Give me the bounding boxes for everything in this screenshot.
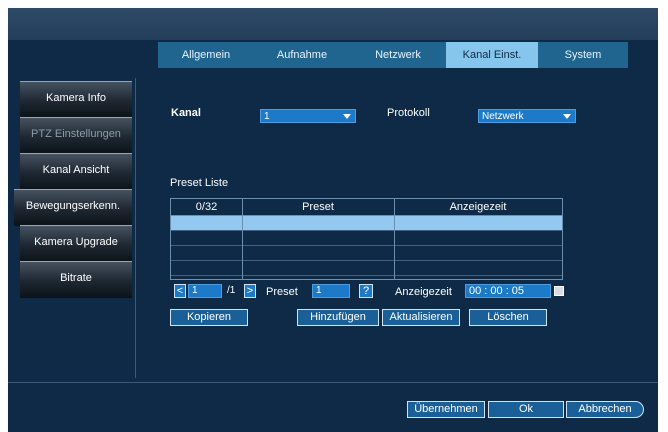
tab-allgemein[interactable]: Allgemein (158, 42, 254, 68)
sidebar-item-kamera-info[interactable]: Kamera Info (20, 81, 132, 118)
time-picker-toggle[interactable] (554, 286, 564, 296)
tab-bar: Allgemein Aufnahme Netzwerk Kanal Einst.… (158, 42, 628, 68)
preset-number-input[interactable]: 1 (312, 284, 350, 298)
tab-netzwerk[interactable]: Netzwerk (350, 42, 446, 68)
preset-table: 0/32 Preset Anzeigezeit (170, 198, 563, 280)
sidebar-item-ptz-einstellungen: PTZ Einstellungen (20, 117, 132, 154)
sidebar-item-kamera-upgrade[interactable]: Kamera Upgrade (20, 225, 132, 262)
column-divider (242, 199, 243, 279)
table-row[interactable] (171, 246, 562, 261)
aktualisieren-button[interactable]: Aktualisieren (382, 309, 460, 326)
tab-system[interactable]: System (538, 42, 628, 68)
help-button[interactable]: ? (359, 284, 373, 298)
page-input[interactable]: 1 (188, 284, 222, 298)
column-divider (394, 199, 395, 279)
column-header-anzeigezeit: Anzeigezeit (394, 199, 562, 216)
hinzufuegen-button[interactable]: Hinzufügen (297, 309, 379, 326)
prev-page-button[interactable]: < (174, 284, 186, 298)
page-total: /1 (227, 285, 236, 296)
protokoll-select-value: Netzwerk (482, 111, 524, 122)
loeschen-button[interactable]: Löschen (469, 309, 547, 326)
dvr-settings-window: Allgemein Aufnahme Netzwerk Kanal Einst.… (8, 8, 658, 432)
kanal-select-value: 1 (264, 111, 270, 122)
time-input[interactable]: 00 : 00 : 05 (465, 284, 551, 298)
column-header-preset: Preset (242, 199, 394, 216)
sidebar-item-bitrate[interactable]: Bitrate (20, 261, 132, 298)
chevron-down-icon (563, 114, 571, 119)
table-row[interactable] (171, 216, 562, 231)
preset-list-title: Preset Liste (170, 177, 229, 189)
kanal-label: Kanal (171, 107, 201, 119)
sidebar-item-bewegungserkennung[interactable]: Bewegungserkenn. (14, 189, 132, 226)
chevron-down-icon (343, 114, 351, 119)
kopieren-button[interactable]: Kopieren (170, 309, 248, 326)
uebernehmen-button[interactable]: Übernehmen (407, 401, 485, 418)
table-row[interactable] (171, 231, 562, 246)
footer-divider (8, 382, 658, 383)
kanal-select[interactable]: 1 (260, 109, 356, 123)
table-row[interactable] (171, 261, 562, 276)
title-bar (8, 8, 658, 40)
tab-kanal-einst[interactable]: Kanal Einst. (446, 42, 538, 68)
tab-aufnahme[interactable]: Aufnahme (254, 42, 350, 68)
column-header-count: 0/32 (171, 199, 242, 216)
sidebar-item-kanal-ansicht[interactable]: Kanal Ansicht (20, 153, 132, 190)
sidebar-divider (135, 78, 136, 378)
preset-number-label: Preset (266, 286, 298, 298)
ok-button[interactable]: Ok (488, 401, 564, 418)
protokoll-select[interactable]: Netzwerk (478, 109, 576, 123)
protokoll-label: Protokoll (387, 107, 430, 119)
next-page-button[interactable]: > (244, 284, 256, 298)
abbrechen-button[interactable]: Abbrechen (566, 401, 644, 418)
anzeigezeit-label: Anzeigezeit (395, 286, 452, 298)
